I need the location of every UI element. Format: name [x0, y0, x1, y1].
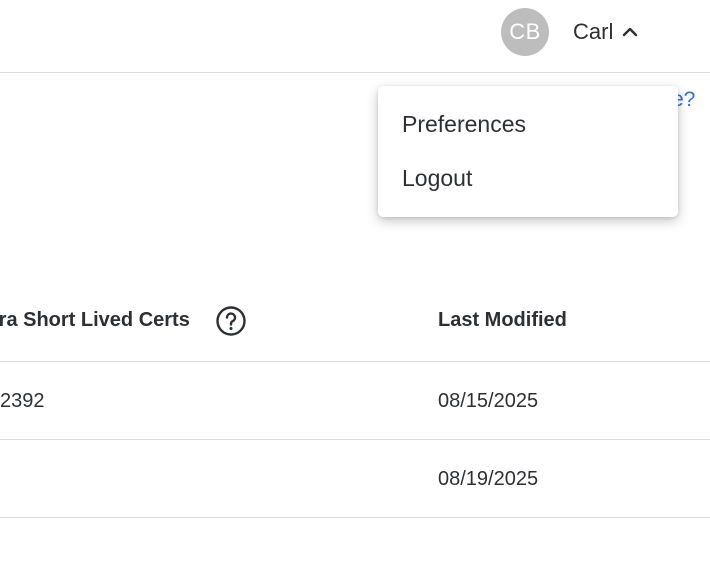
user-name: Carl [573, 19, 614, 44]
menu-item-logout[interactable]: Logout [402, 165, 472, 192]
page: CB Carl e? Preferences Logout tra Short … [0, 0, 710, 588]
user-dropdown-menu: Preferences Logout [378, 86, 678, 217]
table-cell-last-modified: 08/19/2025 [438, 468, 539, 490]
table-cell-short-lived-certs: 2392 [0, 390, 45, 412]
table-row[interactable]: 08/19/2025 [0, 440, 710, 518]
top-header: CB Carl [0, 0, 710, 73]
chevron-up-icon [623, 27, 638, 37]
column-header-short-lived-certs[interactable]: tra Short Lived Certs [0, 309, 190, 332]
user-menu-toggle[interactable]: Carl [573, 14, 639, 50]
menu-item-preferences[interactable]: Preferences [402, 111, 526, 138]
column-header-last-modified[interactable]: Last Modified [438, 309, 567, 332]
table-header-row: tra Short Lived Certs Last Modified [0, 282, 710, 362]
avatar[interactable]: CB [501, 8, 549, 56]
help-circle-icon[interactable] [215, 305, 247, 337]
table-row[interactable]: 2392 08/15/2025 [0, 362, 710, 440]
table-cell-last-modified: 08/15/2025 [438, 390, 539, 412]
